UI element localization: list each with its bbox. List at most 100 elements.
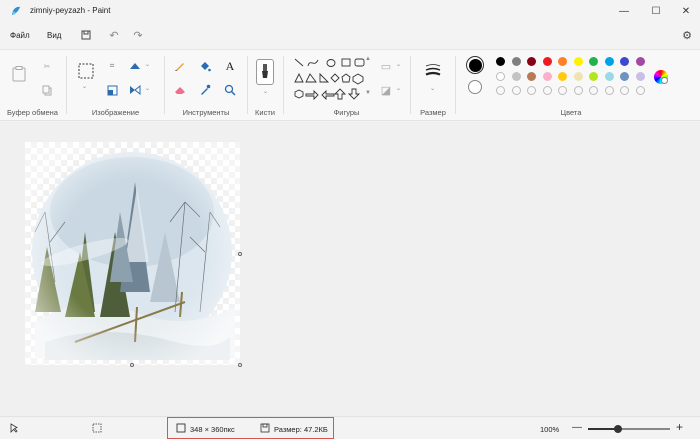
color-swatch[interactable] (527, 57, 536, 66)
color-swatch[interactable] (604, 71, 614, 81)
shape-fill-icon[interactable]: ◪ (378, 82, 394, 98)
color-swatch[interactable] (604, 57, 614, 66)
color-swatch[interactable] (527, 71, 536, 81)
custom-color-slot[interactable] (542, 86, 552, 95)
eraser-icon[interactable] (172, 82, 188, 98)
color-swatch[interactable] (635, 71, 645, 81)
custom-color-slot[interactable] (527, 86, 536, 95)
selection-size-icon (92, 423, 102, 433)
select-dropdown-icon[interactable]: ⌄ (82, 83, 87, 90)
shapes-group-label: Фигуры (333, 108, 360, 117)
flip-icon[interactable] (127, 82, 143, 98)
color-swatch[interactable] (589, 57, 598, 66)
color-picker-icon[interactable] (197, 82, 213, 98)
fill-icon[interactable] (197, 58, 213, 74)
brush-icon[interactable] (256, 59, 274, 85)
color-swatch[interactable] (635, 57, 645, 66)
image-group-label: Изображение (91, 108, 140, 117)
canvas-dimensions: 348 × 360пкс (190, 425, 235, 434)
size-group-label: Размер (420, 108, 446, 117)
custom-color-slot[interactable] (558, 86, 567, 95)
color-swatch[interactable] (542, 71, 552, 81)
custom-color-slot[interactable] (635, 86, 645, 95)
rotate-icon[interactable] (127, 58, 143, 74)
magnifier-icon[interactable] (222, 82, 238, 98)
maximize-button[interactable]: ☐ (642, 3, 670, 19)
resize-handle-corner[interactable] (238, 363, 242, 367)
paste-icon[interactable] (10, 64, 28, 84)
secondary-color-indicator[interactable] (468, 80, 482, 94)
zoom-out-icon[interactable]: — (572, 422, 582, 433)
color-swatch[interactable] (496, 57, 505, 66)
tools-group-label: Инструменты (182, 108, 230, 117)
shapes-gallery[interactable] (292, 56, 370, 104)
color-swatch[interactable] (573, 57, 583, 66)
size-group: ⌄ Размер (411, 50, 455, 122)
settings-icon[interactable]: ⚙ (680, 28, 694, 42)
color-swatch[interactable] (496, 71, 505, 81)
cut-icon[interactable]: ✂ (39, 58, 55, 74)
color-swatch[interactable] (511, 57, 521, 66)
zoom-in-icon[interactable]: + (676, 420, 683, 434)
zoom-slider[interactable] (588, 425, 670, 433)
color-swatch[interactable] (620, 57, 629, 66)
shape-outline-icon[interactable]: ▭ (378, 58, 394, 74)
zoom-slider-thumb[interactable] (614, 425, 622, 433)
save-icon[interactable] (79, 28, 93, 42)
minimize-button[interactable]: — (610, 3, 638, 19)
colors-group-label: Цвета (560, 108, 582, 117)
resize-icon[interactable] (104, 82, 120, 98)
menu-file[interactable]: Файл (10, 31, 30, 40)
line-size-icon[interactable] (423, 62, 443, 78)
primary-color-indicator[interactable] (466, 56, 484, 74)
menu-bar: Файл Вид ↶ ↷ ⚙ (0, 25, 700, 45)
shapes-scroll-up-icon[interactable]: ▲ (365, 56, 371, 62)
image-group: ⌄ ⌗ ⌄ ⌄ Изображение (67, 50, 164, 122)
color-swatch[interactable] (589, 71, 598, 81)
resize-handle-right[interactable] (238, 252, 242, 256)
menu-view[interactable]: Вид (47, 31, 61, 40)
custom-color-slot[interactable] (496, 86, 505, 95)
colors-group: Цвета (456, 50, 686, 122)
color-swatch[interactable] (558, 71, 567, 81)
flip-dropdown-icon[interactable]: ⌄ (145, 85, 150, 92)
copy-icon[interactable] (39, 82, 55, 98)
shapes-scroll-down-icon[interactable]: ▼ (365, 90, 371, 96)
brushes-group-label: Кисти (255, 108, 275, 117)
color-swatch[interactable] (542, 57, 552, 66)
paint-app-icon (12, 6, 20, 15)
canvas-size-icon (176, 423, 186, 433)
brush-dropdown-icon[interactable]: ⌄ (263, 88, 268, 95)
undo-icon[interactable]: ↶ (107, 28, 121, 42)
color-swatch[interactable] (511, 71, 521, 81)
color-swatch[interactable] (558, 57, 567, 66)
ribbon-toolbar: ✂ Буфер обмена ⌄ ⌗ ⌄ ⌄ Изображение A Инс… (0, 49, 700, 121)
custom-color-slot[interactable] (511, 86, 521, 95)
color-swatch[interactable] (573, 71, 583, 81)
select-icon[interactable] (77, 62, 95, 80)
rotate-dropdown-icon[interactable]: ⌄ (145, 61, 150, 68)
size-dropdown-icon[interactable]: ⌄ (430, 85, 435, 92)
resize-handle-bottom[interactable] (130, 363, 134, 367)
window-title: zimniy-peyzazh - Paint (30, 6, 111, 15)
close-button[interactable]: ✕ (672, 3, 700, 19)
color-swatch[interactable] (620, 71, 629, 81)
edit-colors-icon[interactable] (654, 70, 668, 84)
text-icon[interactable]: A (222, 58, 238, 74)
custom-color-slot[interactable] (589, 86, 598, 95)
redo-icon[interactable]: ↷ (131, 28, 145, 42)
fill-dropdown-icon[interactable]: ⌄ (396, 85, 401, 92)
outline-dropdown-icon[interactable]: ⌄ (396, 61, 401, 68)
crop-icon[interactable]: ⌗ (104, 58, 120, 74)
pencil-icon[interactable] (172, 58, 188, 74)
clipboard-group-label: Буфер обмена (7, 108, 58, 117)
shapes-group: ▲ ▼ ▭ ⌄ ◪ ⌄ Фигуры (284, 50, 409, 122)
winter-landscape-image (25, 142, 240, 365)
canvas-image[interactable] (25, 142, 240, 365)
canvas-area[interactable] (0, 122, 700, 416)
custom-color-slot[interactable] (573, 86, 583, 95)
zoom-level: 100% (540, 425, 560, 434)
custom-color-slot[interactable] (620, 86, 629, 95)
custom-color-slot[interactable] (604, 86, 614, 95)
file-size-icon (260, 423, 270, 433)
